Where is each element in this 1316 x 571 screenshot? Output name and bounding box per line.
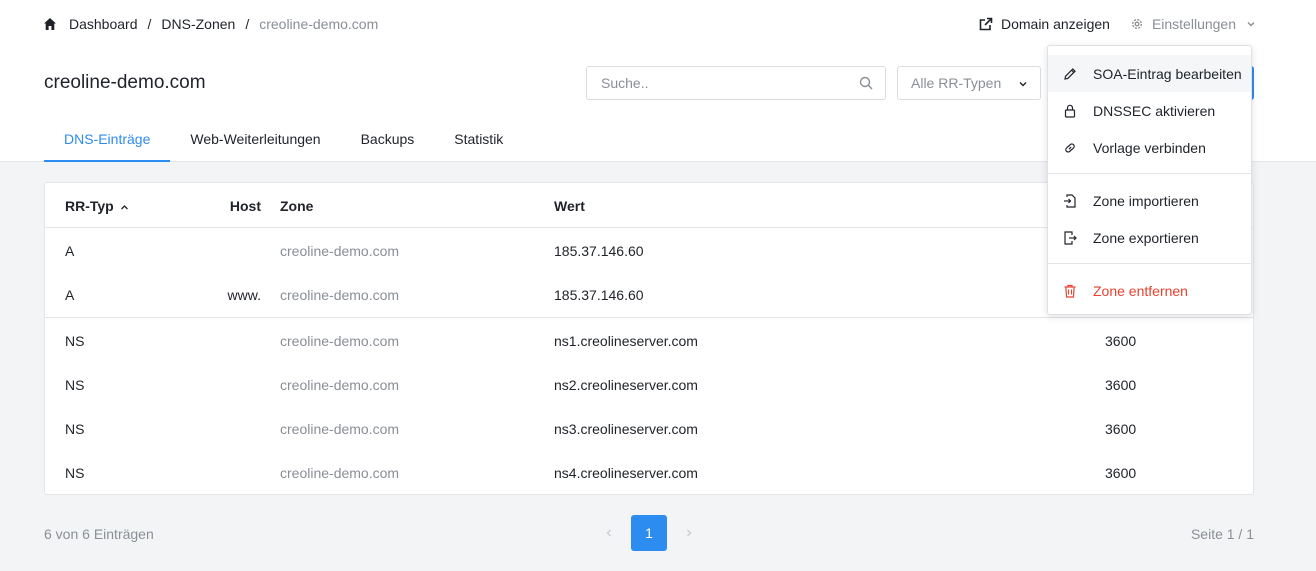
chevron-right-icon bbox=[687, 529, 692, 537]
table-row[interactable]: NS creoline-demo.com ns2.creolineserver.… bbox=[45, 362, 1253, 406]
search-input[interactable] bbox=[587, 67, 847, 99]
chevron-down-icon bbox=[1019, 82, 1027, 87]
rr-type-select[interactable]: Alle RR-Typen bbox=[897, 66, 1041, 100]
menu-item-import-zone[interactable]: Zone importieren bbox=[1048, 182, 1251, 219]
menu-item-export-zone[interactable]: Zone exportieren bbox=[1048, 219, 1251, 256]
settings-label: Einstellungen bbox=[1151, 16, 1236, 32]
tab-statistics[interactable]: Statistik bbox=[434, 118, 523, 162]
chevron-down-icon bbox=[1247, 22, 1255, 27]
menu-item-label: Zone exportieren bbox=[1093, 229, 1199, 246]
chevron-left-icon bbox=[606, 529, 611, 537]
view-domain-button[interactable]: Domain anzeigen bbox=[979, 16, 1110, 32]
cell-ttl: 3600 bbox=[1105, 333, 1137, 349]
table-footer: 6 von 6 Einträgen 1 Seite 1 / 1 bbox=[44, 515, 1254, 551]
column-rr-type[interactable]: RR-Typ bbox=[65, 198, 129, 214]
table-row[interactable]: NS creoline-demo.com ns1.creolineserver.… bbox=[45, 318, 1253, 362]
cell-rr-type: NS bbox=[65, 421, 85, 437]
tab-bar: DNS-Einträge Web-Weiterleitungen Backups… bbox=[44, 118, 523, 162]
settings-dropdown-menu: SOA-Eintrag bearbeiten DNSSEC aktivieren… bbox=[1047, 45, 1252, 315]
cell-zone: creoline-demo.com bbox=[280, 333, 400, 349]
cell-host: www. bbox=[227, 287, 261, 303]
previous-page-button[interactable] bbox=[597, 515, 621, 551]
breadcrumb-dns-zones[interactable]: DNS-Zonen bbox=[161, 16, 235, 32]
tab-backups[interactable]: Backups bbox=[341, 118, 435, 162]
search-icon[interactable] bbox=[859, 76, 873, 90]
page-button-current[interactable]: 1 bbox=[631, 515, 667, 551]
cell-zone: creoline-demo.com bbox=[280, 377, 400, 393]
record-count: 6 von 6 Einträgen bbox=[44, 526, 154, 542]
import-icon bbox=[1062, 193, 1078, 209]
cell-ttl: 3600 bbox=[1105, 421, 1137, 437]
rr-type-selected: Alle RR-Typen bbox=[911, 75, 1002, 91]
column-zone: Zone bbox=[280, 198, 314, 214]
cell-rr-type: A bbox=[65, 287, 75, 303]
pencil-icon bbox=[1062, 66, 1078, 82]
cell-value: ns1.creolineserver.com bbox=[554, 333, 698, 349]
trash-icon bbox=[1062, 283, 1078, 299]
cell-value: 185.37.146.60 bbox=[554, 243, 644, 259]
cell-rr-type: A bbox=[65, 243, 75, 259]
settings-menu-button[interactable]: Einstellungen bbox=[1130, 16, 1256, 32]
cell-value: 185.37.146.60 bbox=[554, 287, 644, 303]
tab-web-redirects[interactable]: Web-Weiterleitungen bbox=[170, 118, 340, 162]
cell-rr-type: NS bbox=[65, 465, 85, 481]
search-box bbox=[586, 66, 886, 100]
cell-zone: creoline-demo.com bbox=[280, 243, 400, 259]
menu-item-edit-soa[interactable]: SOA-Eintrag bearbeiten bbox=[1048, 55, 1251, 92]
breadcrumb-separator: / bbox=[147, 16, 152, 32]
menu-item-label: SOA-Eintrag bearbeiten bbox=[1093, 65, 1242, 82]
column-host: Host bbox=[229, 198, 261, 214]
cell-value: ns3.creolineserver.com bbox=[554, 421, 698, 437]
cell-ttl: 3600 bbox=[1105, 377, 1137, 393]
view-domain-label: Domain anzeigen bbox=[1000, 16, 1110, 32]
pagination: 1 bbox=[597, 515, 701, 551]
cell-ttl: 3600 bbox=[1105, 465, 1137, 481]
export-icon bbox=[1062, 230, 1078, 246]
menu-item-enable-dnssec[interactable]: DNSSEC aktivieren bbox=[1048, 92, 1251, 129]
header-actions: Domain anzeigen Einstellungen bbox=[979, 14, 1256, 34]
breadcrumb-separator: / bbox=[245, 16, 250, 32]
cell-zone: creoline-demo.com bbox=[280, 465, 400, 481]
sort-ascending-icon[interactable] bbox=[120, 203, 129, 212]
cell-value: ns4.creolineserver.com bbox=[554, 465, 698, 481]
menu-divider bbox=[1048, 263, 1251, 264]
gear-icon bbox=[1131, 19, 1142, 29]
menu-item-label: Vorlage verbinden bbox=[1093, 139, 1206, 156]
cell-rr-type: NS bbox=[65, 377, 85, 393]
tab-dns-records[interactable]: DNS-Einträge bbox=[44, 118, 171, 162]
cell-zone: creoline-demo.com bbox=[280, 287, 400, 303]
cell-rr-type: NS bbox=[65, 333, 85, 349]
menu-item-label: Zone entfernen bbox=[1093, 282, 1188, 299]
next-page-button[interactable] bbox=[677, 515, 701, 551]
cell-zone: creoline-demo.com bbox=[280, 421, 400, 437]
table-row[interactable]: NS creoline-demo.com ns4.creolineserver.… bbox=[45, 450, 1253, 494]
table-row[interactable]: NS creoline-demo.com ns3.creolineserver.… bbox=[45, 406, 1253, 450]
home-icon[interactable] bbox=[43, 17, 57, 31]
cell-value: ns2.creolineserver.com bbox=[554, 377, 698, 393]
page-title: creoline-demo.com bbox=[44, 72, 206, 93]
column-value: Wert bbox=[554, 198, 585, 214]
menu-item-connect-template[interactable]: Vorlage verbinden bbox=[1048, 129, 1251, 166]
external-link-icon bbox=[979, 17, 993, 31]
link-icon bbox=[1062, 140, 1078, 156]
breadcrumb-dashboard[interactable]: Dashboard bbox=[69, 16, 138, 32]
breadcrumb: Dashboard / DNS-Zonen / creoline-demo.co… bbox=[43, 15, 378, 33]
lock-icon bbox=[1062, 103, 1078, 119]
page-info: Seite 1 / 1 bbox=[1190, 526, 1254, 542]
menu-item-delete-zone[interactable]: Zone entfernen bbox=[1048, 272, 1251, 309]
menu-item-label: DNSSEC aktivieren bbox=[1093, 102, 1216, 119]
breadcrumb-current: creoline-demo.com bbox=[259, 16, 379, 32]
menu-divider bbox=[1048, 173, 1251, 174]
column-rr-type-label: RR-Typ bbox=[65, 198, 114, 214]
menu-item-label: Zone importieren bbox=[1093, 192, 1199, 209]
